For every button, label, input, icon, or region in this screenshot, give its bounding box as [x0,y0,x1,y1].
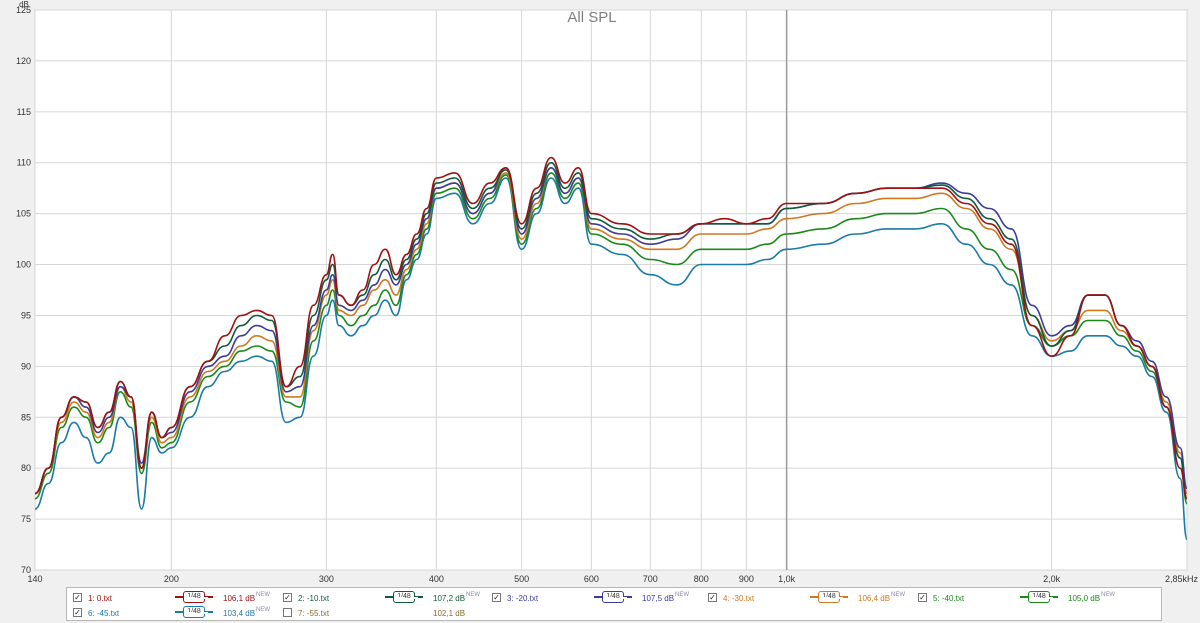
series-visibility-checkbox[interactable]: ✓ [708,593,717,602]
smoothing-button[interactable]: 1/48 [818,591,843,603]
legend-series-name: 3: -20.txt [507,594,539,603]
smoothing-button[interactable]: 1/48 [602,591,627,603]
y-tick-label: 75 [21,514,31,524]
series-visibility-checkbox[interactable]: ✓ [492,593,501,602]
x-tick-label: 500 [514,574,529,584]
chart-title: All SPL [567,9,616,26]
new-badge: NEW [1101,592,1116,598]
x-tick-label: 700 [643,574,658,584]
new-badge: NEW [891,592,906,598]
series-visibility-checkbox[interactable]: ✓ [73,608,82,617]
x-tick-label: 600 [584,574,599,584]
x-tick-label: 900 [739,574,754,584]
y-tick-label: 120 [16,56,31,66]
smoothing-button[interactable]: 1/48 [183,591,208,603]
legend-series-name: 2: -10.txt [298,594,330,603]
series-visibility-checkbox[interactable] [283,608,292,617]
y-axis-unit-label: dB [19,0,29,9]
legend-series-name: 7: -55.txt [298,609,330,618]
series-visibility-checkbox[interactable]: ✓ [283,593,292,602]
spl-chart: 707580859095100105110115120125140 200 300 4… [16,0,1199,584]
legend-line-swatch [594,596,602,598]
legend-level-value: 107,2 dBNEW [433,592,481,603]
legend-series-name: 4: -30.txt [723,594,755,603]
legend-series-name: 5: -40.txt [933,594,965,603]
x-tick-label: 2,0k [1043,574,1061,584]
x-tick-label: 2,85kHz [1165,574,1199,584]
series-visibility-checkbox[interactable]: ✓ [73,593,82,602]
new-badge: NEW [256,592,271,598]
x-tick-label: 140 [27,574,42,584]
legend-line-swatch [175,611,183,613]
y-tick-label: 95 [21,310,31,320]
legend-level-value: 106,4 dBNEW [858,592,906,603]
legend-level-value: 102,1 dB [433,609,466,618]
y-tick-label: 115 [17,107,31,117]
x-tick-label: 300 [319,574,334,584]
legend-line-swatch [175,596,183,598]
new-badge: NEW [256,607,271,613]
new-badge: NEW [675,592,690,598]
smoothing-button[interactable]: 1/48 [1028,591,1053,603]
x-tick-label: 800 [694,574,709,584]
y-tick-label: 105 [16,209,31,219]
series-visibility-checkbox[interactable]: ✓ [918,593,927,602]
legend-level-value: 103,4 dBNEW [223,607,271,618]
new-badge: NEW [466,592,481,598]
legend-level-value: 107,5 dBNEW [642,592,690,603]
legend-level-value: 106,1 dBNEW [223,592,271,603]
legend-panel: ✓ 1: 0.txt 1/48 106,1 dBNEW ✓ 2: -10.txt 1/48 1… [66,587,1162,621]
smoothing-button[interactable]: 1/48 [183,606,208,618]
legend-series-name: 6: -45.txt [88,609,120,618]
x-tick-label: 1,0k [778,574,796,584]
x-tick-label: 400 [429,574,444,584]
legend-line-swatch [810,596,818,598]
plot-area [34,9,1188,571]
y-tick-label: 110 [17,158,31,168]
legend-line-swatch [385,596,393,598]
legend-level-value: 105,0 dBNEW [1068,592,1116,603]
y-tick-label: 85 [21,412,31,422]
y-tick-label: 100 [16,260,31,270]
y-tick-label: 80 [21,463,31,473]
legend-series-name: 1: 0.txt [88,594,113,603]
legend-line-swatch [1020,596,1028,598]
x-tick-label: 200 [164,574,179,584]
smoothing-button[interactable]: 1/48 [393,591,418,603]
y-tick-label: 90 [21,361,31,371]
